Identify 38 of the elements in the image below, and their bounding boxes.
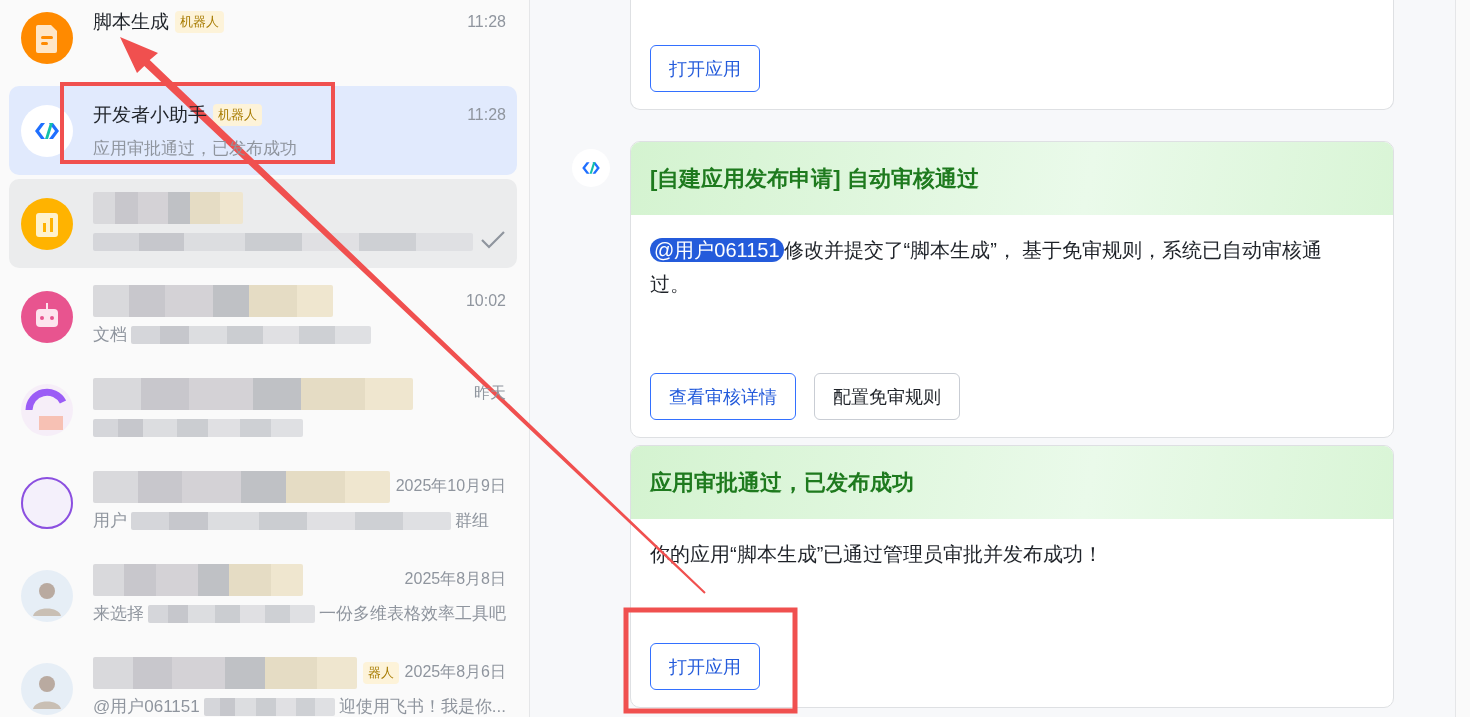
mention-link[interactable]: @用户061151	[650, 238, 784, 262]
chat-name: 开发者小助手	[93, 102, 207, 127]
message-preview: 迎使用飞书！我是你...	[338, 696, 506, 717]
code-avatar-icon	[21, 104, 73, 157]
card-text: @用户061151 修改并提交了“脚本生成”， 基于免审规则，系统已自动审核通过。	[649, 237, 1324, 297]
chat-list-item[interactable]: 器人 2025年8月6日 @用户061151 迎使用飞书！我是你...	[9, 644, 517, 717]
person-avatar-icon	[21, 569, 73, 622]
bot-tag: 机器人	[175, 10, 224, 33]
chat-time: 2025年10月9日	[395, 476, 506, 496]
code-avatar-icon	[572, 149, 610, 187]
message-preview: @用户061151	[93, 696, 200, 717]
message-preview: 文档	[93, 324, 127, 346]
chat-list-item[interactable]	[9, 179, 517, 268]
card-button[interactable]: 打开应用	[650, 45, 760, 92]
chat-name: 脚本生成	[93, 9, 169, 34]
ring-avatar-icon	[21, 383, 73, 436]
card-button[interactable]: 打开应用	[650, 643, 760, 690]
card-button[interactable]: 查看审核详情	[650, 373, 796, 420]
chat-time: 10:02	[465, 291, 506, 310]
card-button[interactable]: 配置免审规则	[814, 373, 960, 420]
chat-time: 2025年8月6日	[404, 662, 506, 682]
chat-time: 11:28	[467, 105, 506, 124]
avatar-icon	[21, 476, 73, 529]
card-title: [自建应用发布申请] 自动审核通过	[631, 142, 1393, 215]
chat-time: 11:28	[467, 12, 506, 31]
message-preview: 一份多维表格效率工具吧	[319, 603, 506, 625]
bot-tag: 器人	[362, 661, 399, 684]
chat-time: 2025年8月8日	[404, 569, 506, 589]
message-preview: 用户	[93, 510, 127, 532]
card-title: 应用审批通过，已发布成功	[631, 446, 1393, 519]
message-preview: 来选择	[93, 603, 144, 625]
chat-list-item[interactable]: 2025年10月9日 用户 群组	[9, 458, 517, 547]
chart-avatar-icon	[21, 197, 73, 250]
bot-tag: 机器人	[213, 103, 262, 126]
message-preview: 群组	[455, 510, 489, 532]
person-avatar-icon	[21, 662, 73, 715]
document-avatar-icon	[21, 11, 73, 64]
robot-avatar-icon	[21, 290, 73, 343]
